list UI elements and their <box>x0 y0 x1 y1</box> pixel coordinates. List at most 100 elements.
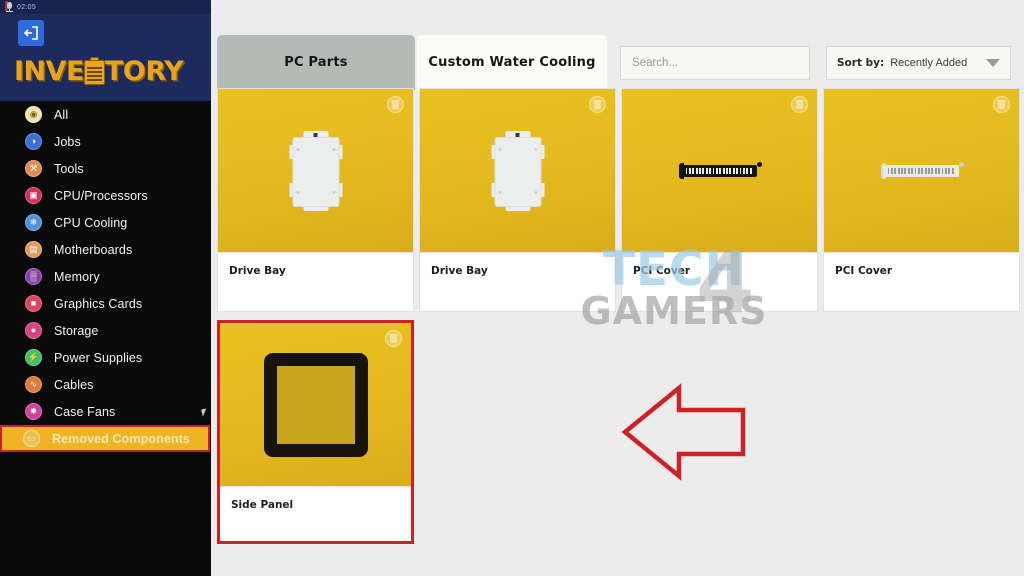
sidebar-item-label: Case Fans <box>54 404 116 419</box>
all-circle-icon: ◉ <box>25 106 42 123</box>
sidebar-item-label: Memory <box>54 269 100 284</box>
sidebar-item-storage[interactable]: ● Storage <box>0 317 211 344</box>
delete-item-button[interactable] <box>385 330 402 347</box>
drive-bay-artwork <box>491 130 544 211</box>
item-card-pci-cover[interactable]: PCI Cover <box>621 88 818 312</box>
item-thumbnail <box>220 323 411 486</box>
tools-icon: ⚒ <box>25 160 42 177</box>
cable-icon: ∿ <box>25 376 42 393</box>
item-label: Drive Bay <box>420 252 615 311</box>
memory-ram-icon: ▒ <box>25 268 42 285</box>
microphone-recording-icon <box>5 0 13 13</box>
sidebar-item-power-supplies[interactable]: ⚡ Power Supplies <box>0 344 211 371</box>
main-content: PC Parts Custom Water Cooling Search... … <box>211 0 1024 576</box>
item-card-drive-bay[interactable]: Drive Bay <box>419 88 616 312</box>
search-input[interactable]: Search... <box>620 46 810 80</box>
sidebar-item-case-fans[interactable]: ✸ Case Fans <box>0 398 211 425</box>
sidebar-item-label: Tools <box>54 161 84 176</box>
motherboard-icon: ▤ <box>25 241 42 258</box>
cpu-chip-icon: ▣ <box>25 187 42 204</box>
item-name: Drive Bay <box>229 265 286 277</box>
sidebar-nav: ◉ All ◑ Jobs ⚒ Tools ▣ CPU/Processors ❄ … <box>0 101 211 452</box>
removed-trash-icon: ▭ <box>23 430 40 447</box>
chevron-down-icon <box>986 59 1000 67</box>
sidebar-item-jobs[interactable]: ◑ Jobs <box>0 128 211 155</box>
item-card-pci-cover[interactable]: PCI Cover <box>823 88 1020 312</box>
sort-dropdown[interactable]: Sort by: Recently Added <box>826 46 1011 80</box>
storage-drive-icon: ● <box>25 322 42 339</box>
item-thumbnail <box>420 89 615 252</box>
app-logo: INVE TORY <box>14 53 199 89</box>
sidebar-item-cables[interactable]: ∿ Cables <box>0 371 211 398</box>
logo-text-part2: TORY <box>104 55 184 87</box>
toolbar: PC Parts Custom Water Cooling Search... … <box>211 0 1024 90</box>
sidebar-item-label: Motherboards <box>54 242 133 257</box>
sidebar-header: 02:05 INVE TORY <box>0 0 211 101</box>
item-name: PCI Cover <box>835 265 893 277</box>
sidebar-item-tools[interactable]: ⚒ Tools <box>0 155 211 182</box>
tab-custom-water-cooling[interactable]: Custom Water Cooling <box>417 35 607 90</box>
item-thumbnail <box>622 89 817 252</box>
delete-item-button[interactable] <box>387 96 404 113</box>
drive-bay-artwork <box>289 130 342 211</box>
sidebar-item-cpu-processors[interactable]: ▣ CPU/Processors <box>0 182 211 209</box>
sidebar-item-label: Graphics Cards <box>54 296 143 311</box>
sidebar-item-memory[interactable]: ▒ Memory <box>0 263 211 290</box>
side-panel-artwork <box>263 352 368 457</box>
trash-icon <box>389 333 398 344</box>
delete-item-button[interactable] <box>993 96 1010 113</box>
item-card-drive-bay[interactable]: Drive Bay <box>217 88 414 312</box>
jobs-icon: ◑ <box>25 133 42 150</box>
sidebar-item-label: Cables <box>54 377 94 392</box>
sidebar-item-cpu-cooling[interactable]: ❄ CPU Cooling <box>0 209 211 236</box>
exit-button[interactable] <box>18 20 44 46</box>
sort-value: Recently Added <box>890 57 968 69</box>
sidebar-item-all[interactable]: ◉ All <box>0 101 211 128</box>
clipboard-icon <box>83 57 105 85</box>
delete-item-button[interactable] <box>589 96 606 113</box>
recording-status-bar: 02:05 <box>0 0 211 14</box>
sidebar-item-label: All <box>54 107 69 122</box>
sidebar-item-label: Removed Components <box>52 431 190 446</box>
graphics-card-icon: ■ <box>25 295 42 312</box>
search-placeholder: Search... <box>632 57 679 69</box>
snowflake-icon: ❄ <box>25 214 42 231</box>
sidebar-item-label: Storage <box>54 323 99 338</box>
item-thumbnail <box>824 89 1019 252</box>
pci-cover-artwork <box>678 161 762 180</box>
sort-label: Sort by: <box>837 57 885 69</box>
sidebar-item-label: CPU Cooling <box>54 215 128 230</box>
sidebar-item-removed-components[interactable]: ▭ Removed Components <box>0 425 210 452</box>
trash-icon <box>997 99 1006 110</box>
power-bolt-icon: ⚡ <box>25 349 42 366</box>
sidebar-item-label: Power Supplies <box>54 350 143 365</box>
exit-logout-icon <box>23 26 38 40</box>
left-arrow-annotation <box>621 383 746 481</box>
item-name: Drive Bay <box>431 265 488 277</box>
sidebar: 02:05 INVE TORY ◉ All ◑ Jobs ⚒ Tools ▣ C… <box>0 0 211 576</box>
item-label: Side Panel <box>220 486 411 541</box>
case-fan-icon: ✸ <box>25 403 42 420</box>
item-card-side-panel[interactable]: Side Panel <box>217 320 414 544</box>
item-name: Side Panel <box>231 499 294 511</box>
sidebar-item-motherboards[interactable]: ▤ Motherboards <box>0 236 211 263</box>
app-window: 02:05 INVE TORY ◉ All ◑ Jobs ⚒ Tools ▣ C… <box>0 0 1024 576</box>
grid-row: Drive Bay Drive Bay PCI Cover PCI Cover <box>211 88 1024 320</box>
sidebar-item-graphics-cards[interactable]: ■ Graphics Cards <box>0 290 211 317</box>
tab-label: Custom Water Cooling <box>428 55 596 70</box>
sidebar-item-label: CPU/Processors <box>54 188 148 203</box>
item-label: PCI Cover <box>824 252 1019 311</box>
trash-icon <box>391 99 400 110</box>
item-label: Drive Bay <box>218 252 413 311</box>
recording-timer: 02:05 <box>17 3 37 11</box>
trash-icon <box>795 99 804 110</box>
tab-pc-parts[interactable]: PC Parts <box>217 35 415 90</box>
delete-item-button[interactable] <box>791 96 808 113</box>
logo-text-part1: INVE <box>14 55 84 87</box>
tab-label: PC Parts <box>284 55 348 70</box>
item-name: PCI Cover <box>633 265 691 277</box>
trash-icon <box>593 99 602 110</box>
sidebar-item-label: Jobs <box>54 134 81 149</box>
pci-cover-artwork <box>880 161 964 180</box>
item-label: PCI Cover <box>622 252 817 311</box>
